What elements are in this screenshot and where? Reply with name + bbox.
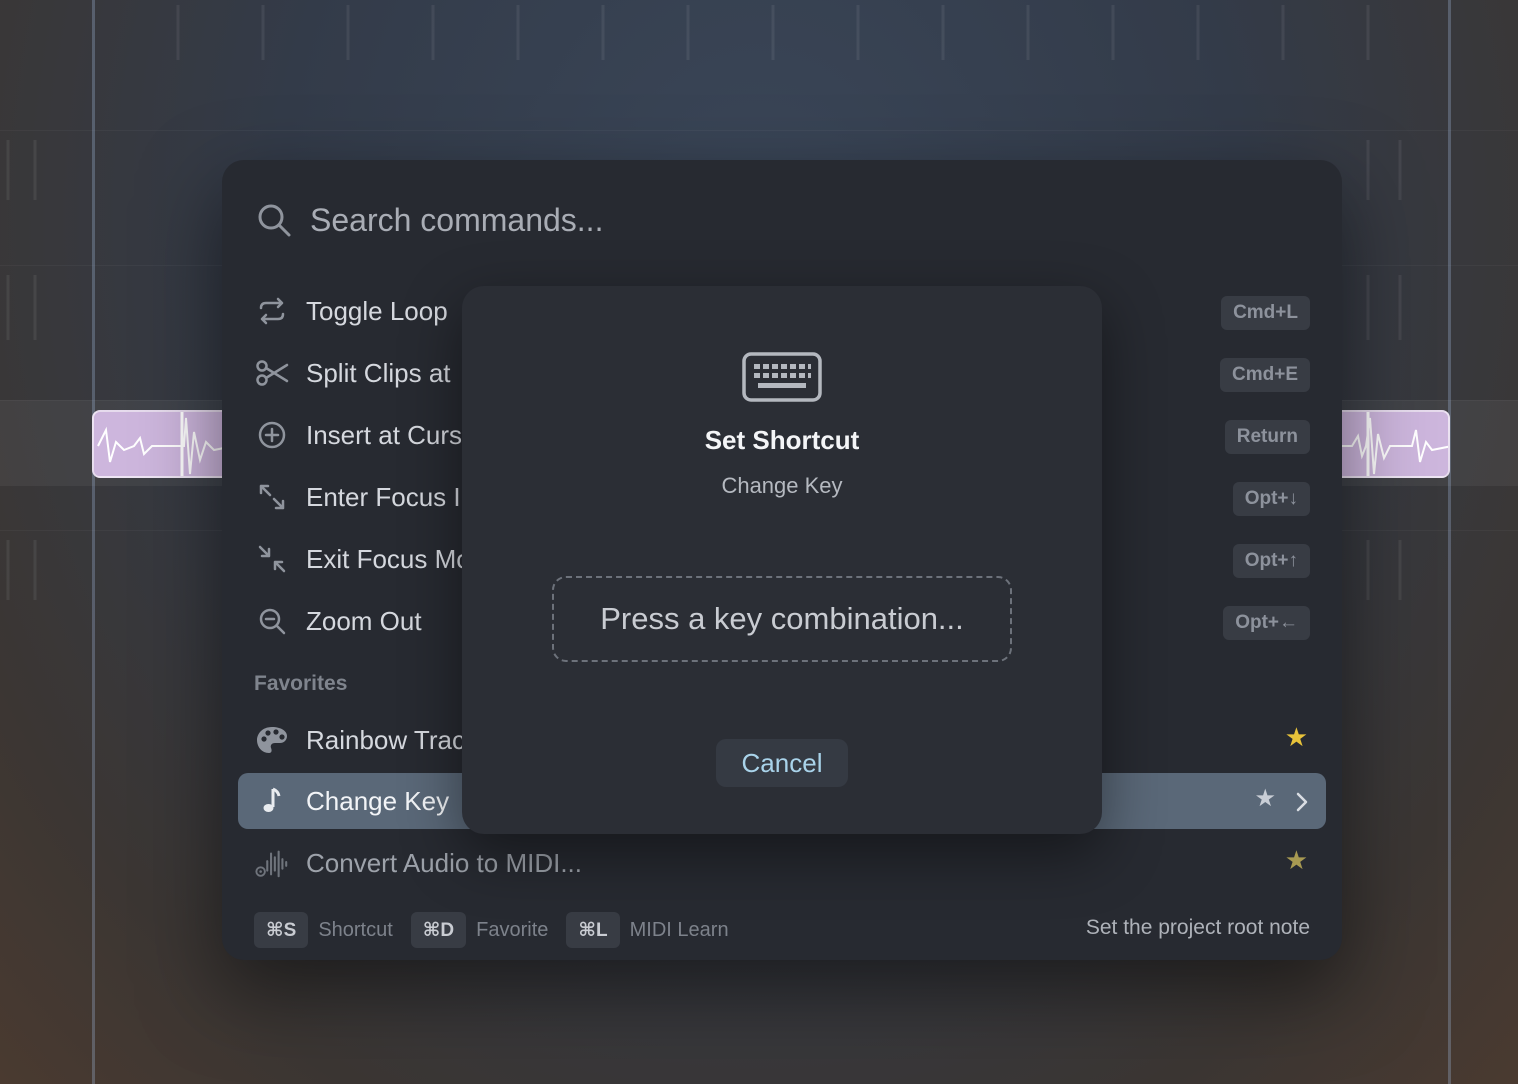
plus-circle-icon [254, 417, 290, 453]
footer-shortcuts: ⌘S Shortcut ⌘D Favorite ⌘L MIDI Learn [254, 912, 747, 948]
shortcut-badge: Opt+← [1223, 606, 1310, 640]
command-label: Insert at Curs [306, 419, 463, 450]
command-label: Enter Focus I [306, 481, 461, 512]
star-icon[interactable]: ★ [1254, 784, 1276, 813]
audio-to-midi-icon [254, 845, 290, 881]
search-icon [258, 204, 291, 237]
shortcut-badge: Cmd+E [1220, 358, 1310, 392]
playhead-line-right[interactable] [1448, 0, 1451, 1084]
playhead-line-left[interactable] [92, 0, 95, 1084]
expand-icon [254, 479, 290, 515]
palette-icon [254, 722, 290, 758]
shortcut-badge: Opt+↑ [1232, 544, 1310, 578]
command-label: Change Key [306, 785, 450, 816]
command-label: Convert Audio to MIDI... [306, 847, 583, 878]
command-label: Split Clips at [306, 357, 451, 388]
favorite-hint-label: Favorite [476, 918, 549, 941]
set-shortcut-dialog: Set Shortcut Change Key Press a key comb… [462, 286, 1102, 834]
audio-clip-right[interactable] [1330, 410, 1450, 478]
scissors-icon [254, 355, 290, 391]
favorite-row-convert-audio-midi[interactable]: Convert Audio to MIDI... ★ [238, 835, 1326, 891]
collapse-icon [254, 541, 290, 577]
loop-icon [254, 293, 290, 329]
audio-clip-left[interactable] [92, 410, 232, 478]
music-note-icon [254, 783, 290, 819]
favorite-key-badge: ⌘D [410, 912, 467, 948]
command-label: Toggle Loop [306, 295, 448, 326]
command-label: Rainbow Trac [306, 724, 465, 755]
command-description: Set the project root note [1085, 916, 1310, 939]
star-icon[interactable]: ★ [1285, 845, 1308, 876]
dialog-title: Set Shortcut [704, 425, 860, 455]
favorites-section-header: Favorites [254, 672, 348, 695]
shortcut-hint-label: Shortcut [318, 918, 393, 941]
waveform-icon [1332, 412, 1448, 476]
dialog-subtitle: Change Key [721, 473, 843, 498]
cancel-button[interactable]: Cancel [716, 739, 848, 787]
shortcut-badge: Cmd+L [1221, 296, 1310, 330]
midi-learn-hint-label: MIDI Learn [629, 918, 729, 941]
star-icon[interactable]: ★ [1285, 722, 1308, 753]
command-label: Zoom Out [306, 605, 422, 636]
keyboard-icon [742, 352, 822, 402]
command-label: Exit Focus Mo [306, 543, 471, 574]
shortcut-badge: Return [1224, 420, 1310, 454]
midi-learn-key-badge: ⌘L [566, 912, 620, 948]
search-bar [254, 200, 1304, 240]
shortcut-key-badge: ⌘S [254, 912, 309, 948]
zoom-out-icon [254, 603, 290, 639]
shortcut-badge: Opt+↓ [1232, 482, 1310, 516]
search-input[interactable] [310, 201, 1210, 239]
waveform-icon [94, 412, 230, 476]
key-capture-field[interactable]: Press a key combination... [552, 576, 1012, 662]
chevron-right-icon[interactable] [1294, 791, 1310, 813]
